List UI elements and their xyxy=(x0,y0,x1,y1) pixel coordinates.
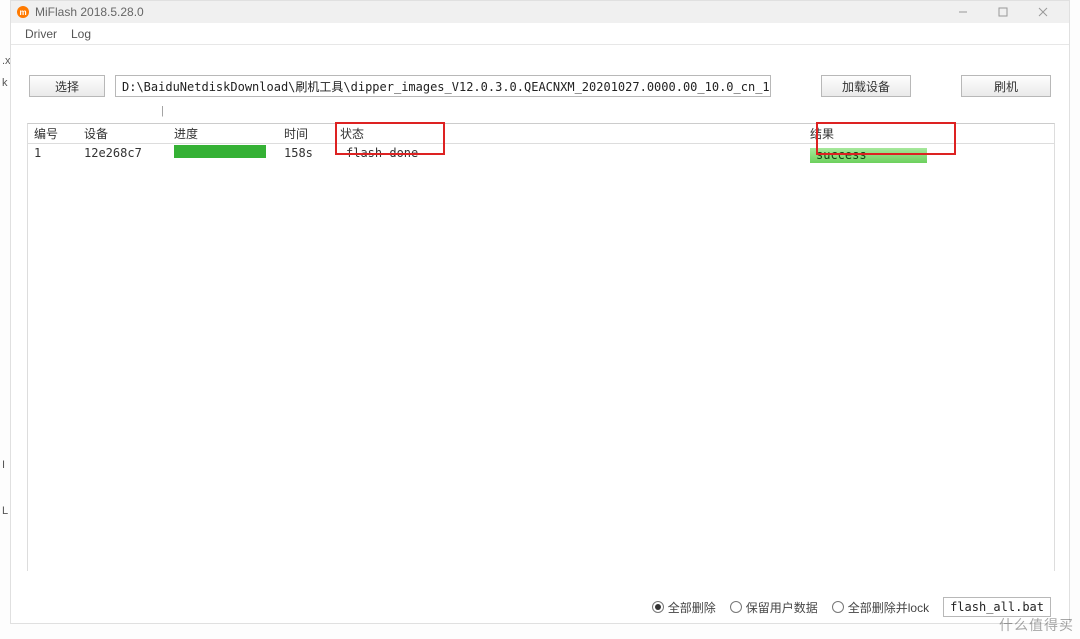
caret-row: | xyxy=(11,105,1069,123)
col-result[interactable]: 结果 xyxy=(804,125,954,142)
col-progress[interactable]: 进度 xyxy=(168,125,278,142)
flash-button[interactable]: 刷机 xyxy=(961,75,1051,97)
radio-dot-icon xyxy=(652,601,664,613)
progress-bar xyxy=(174,145,266,158)
menu-log[interactable]: Log xyxy=(71,27,91,41)
window-title: MiFlash 2018.5.28.0 xyxy=(35,5,144,19)
maximize-button[interactable] xyxy=(983,1,1023,23)
radio-dot-icon xyxy=(730,601,742,613)
col-id[interactable]: 编号 xyxy=(28,125,78,142)
table-header: 编号 设备 进度 时间 状态 结果 xyxy=(28,124,1054,144)
result-badge: success xyxy=(810,148,927,163)
cell-id: 1 xyxy=(28,146,78,160)
col-time[interactable]: 时间 xyxy=(278,125,334,142)
minimize-button[interactable] xyxy=(943,1,983,23)
menu-driver[interactable]: Driver xyxy=(25,27,57,41)
app-icon: m xyxy=(17,6,29,18)
radio-save-user-data-label: 保留用户数据 xyxy=(746,599,818,616)
col-device[interactable]: 设备 xyxy=(78,125,168,142)
col-status[interactable]: 状态 xyxy=(334,125,804,142)
app-window: m MiFlash 2018.5.28.0 Driver Log 选择 D:\B… xyxy=(10,0,1070,624)
cell-status: flash done xyxy=(334,146,804,160)
radio-clean-all-lock[interactable]: 全部删除并lock xyxy=(832,599,929,616)
cell-progress xyxy=(168,145,278,161)
radio-clean-all[interactable]: 全部删除 xyxy=(652,599,716,616)
device-table: 编号 设备 进度 时间 状态 结果 1 12e268c7 158s flash … xyxy=(27,123,1055,571)
rom-path-input[interactable]: D:\BaiduNetdiskDownload\刷机工具\dipper_imag… xyxy=(115,75,771,97)
status-text: flash done xyxy=(346,146,418,160)
close-button[interactable] xyxy=(1023,1,1063,23)
radio-save-user-data[interactable]: 保留用户数据 xyxy=(730,599,818,616)
cell-device: 12e268c7 xyxy=(78,146,168,160)
table-row[interactable]: 1 12e268c7 158s flash done success xyxy=(28,144,1054,162)
cell-time: 158s xyxy=(278,146,334,160)
select-button[interactable]: 选择 xyxy=(29,75,105,97)
flash-option-box[interactable]: flash_all.bat xyxy=(943,597,1051,617)
radio-clean-all-label: 全部删除 xyxy=(668,599,716,616)
footer-controls: 全部删除 保留用户数据 全部删除并lock flash_all.bat xyxy=(652,597,1051,617)
radio-clean-all-lock-label: 全部删除并lock xyxy=(848,599,929,616)
titlebar: m MiFlash 2018.5.28.0 xyxy=(11,1,1069,23)
action-row: 选择 D:\BaiduNetdiskDownload\刷机工具\dipper_i… xyxy=(11,45,1069,105)
cell-result: success xyxy=(804,144,954,163)
menubar: Driver Log xyxy=(11,23,1069,45)
radio-dot-icon xyxy=(832,601,844,613)
load-devices-button[interactable]: 加载设备 xyxy=(821,75,911,97)
